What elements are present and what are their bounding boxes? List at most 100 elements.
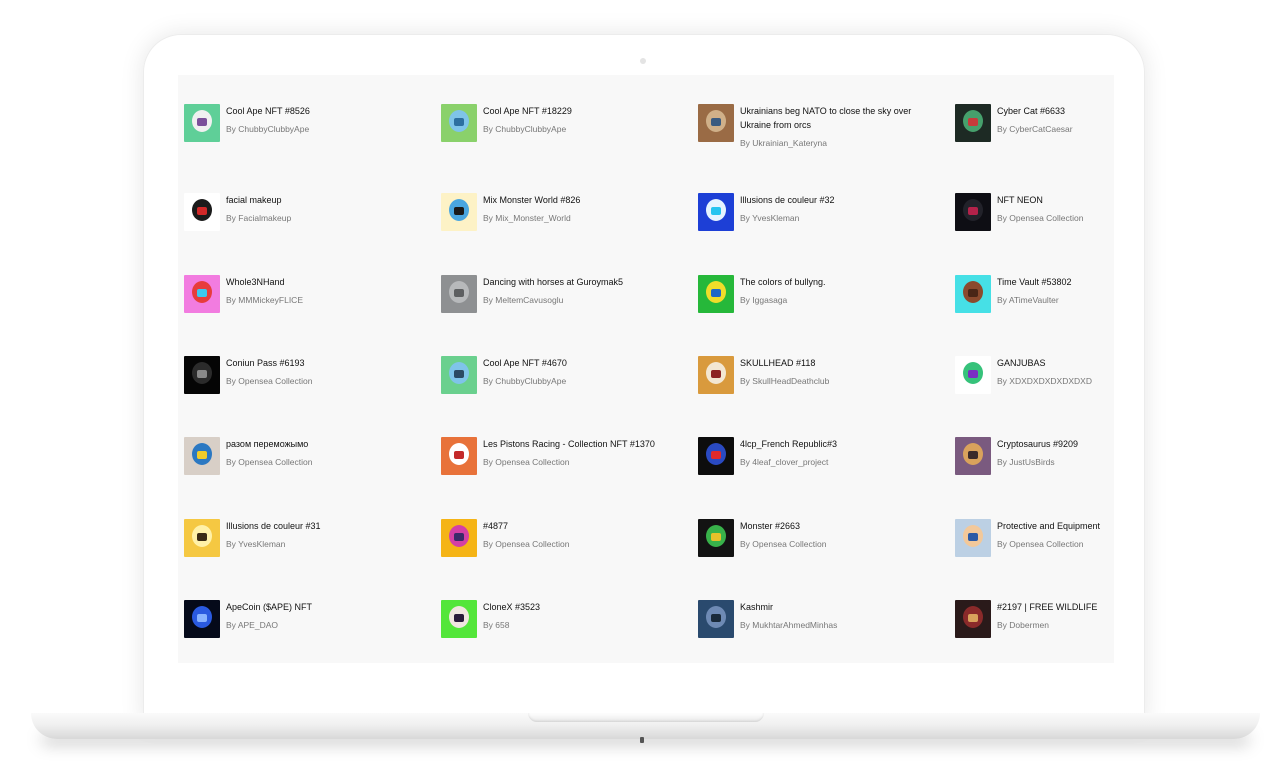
creator-link[interactable]: JustUsBirds — [1009, 457, 1054, 467]
nft-title[interactable]: 4lcp_French Republic#3 — [740, 437, 930, 451]
creator-link[interactable]: Ukrainian_Kateryna — [752, 138, 827, 148]
nft-card[interactable]: разом переможымо By Opensea Collection — [178, 437, 418, 497]
creator-link[interactable]: Opensea Collection — [752, 539, 826, 549]
nft-thumbnail[interactable] — [441, 600, 477, 638]
nft-thumbnail[interactable] — [441, 437, 477, 475]
creator-link[interactable]: CyberCatCaesar — [1009, 124, 1072, 134]
nft-title[interactable]: NFT NEON — [997, 193, 1114, 207]
nft-title[interactable]: Cool Ape NFT #4670 — [483, 356, 673, 370]
nft-card[interactable]: Whole3NHand By MMMickeyFLICE — [178, 275, 418, 335]
creator-link[interactable]: Opensea Collection — [238, 376, 312, 386]
creator-link[interactable]: Iggasaga — [752, 295, 787, 305]
creator-link[interactable]: MeltemCavusoglu — [495, 295, 563, 305]
nft-card[interactable]: Illusions de couleur #31 By YvesKleman — [178, 519, 418, 579]
creator-link[interactable]: XDXDXDXDXDXDXD — [1009, 376, 1092, 386]
nft-thumbnail[interactable] — [698, 356, 734, 394]
nft-thumbnail[interactable] — [955, 437, 991, 475]
creator-link[interactable]: YvesKleman — [752, 213, 799, 223]
nft-thumbnail[interactable] — [184, 519, 220, 557]
nft-title[interactable]: SKULLHEAD #118 — [740, 356, 930, 370]
nft-card[interactable]: Les Pistons Racing - Collection NFT #137… — [435, 437, 675, 497]
nft-card[interactable]: Time Vault #53802 By ATimeVaulter — [949, 275, 1114, 335]
nft-card[interactable]: Dancing with horses at Guroymak5 By Melte… — [435, 275, 675, 335]
nft-card[interactable]: ApeCoin ($APE) NFT By APE_DAO — [178, 600, 418, 660]
nft-thumbnail[interactable] — [955, 519, 991, 557]
nft-card[interactable]: Cryptosaurus #9209 By JustUsBirds — [949, 437, 1114, 497]
nft-title[interactable]: #2197 | FREE WILDLIFE — [997, 600, 1114, 614]
nft-card[interactable]: #2197 | FREE WILDLIFE By Dobermen — [949, 600, 1114, 660]
nft-thumbnail[interactable] — [441, 193, 477, 231]
nft-card[interactable]: Cool Ape NFT #4670 By ChubbyClubbyApe — [435, 356, 675, 416]
nft-card[interactable]: The colors of bullyng. By Iggasaga — [692, 275, 932, 335]
nft-card[interactable]: Cool Ape NFT #18229 By ChubbyClubbyApe — [435, 104, 675, 164]
nft-title[interactable]: Illusions de couleur #32 — [740, 193, 930, 207]
creator-link[interactable]: Opensea Collection — [495, 539, 569, 549]
creator-link[interactable]: YvesKleman — [238, 539, 285, 549]
nft-thumbnail[interactable] — [184, 600, 220, 638]
creator-link[interactable]: MukhtarAhmedMinhas — [752, 620, 837, 630]
nft-thumbnail[interactable] — [184, 275, 220, 313]
nft-title[interactable]: Ukrainians beg NATO to close the sky ove… — [740, 104, 930, 132]
nft-card[interactable]: Cyber Cat #6633 By CyberCatCaesar — [949, 104, 1114, 164]
nft-thumbnail[interactable] — [955, 600, 991, 638]
nft-thumbnail[interactable] — [184, 437, 220, 475]
nft-card[interactable]: CloneX #3523 By 658 — [435, 600, 675, 660]
nft-title[interactable]: разом переможымо — [226, 437, 416, 451]
nft-thumbnail[interactable] — [698, 519, 734, 557]
nft-card[interactable]: Monster #2663 By Opensea Collection — [692, 519, 932, 579]
nft-thumbnail[interactable] — [698, 104, 734, 142]
nft-title[interactable]: Illusions de couleur #31 — [226, 519, 416, 533]
nft-card[interactable]: Illusions de couleur #32 By YvesKleman — [692, 193, 932, 253]
creator-link[interactable]: APE_DAO — [238, 620, 278, 630]
nft-title[interactable]: facial makeup — [226, 193, 416, 207]
nft-card[interactable]: Mix Monster World #826 By Mix_Monster_Wor… — [435, 193, 675, 253]
creator-link[interactable]: MMMickeyFLICE — [238, 295, 303, 305]
nft-title[interactable]: #4877 — [483, 519, 673, 533]
creator-link[interactable]: 658 — [495, 620, 509, 630]
nft-thumbnail[interactable] — [955, 275, 991, 313]
creator-link[interactable]: Opensea Collection — [1009, 213, 1083, 223]
nft-title[interactable]: Protective and Equipment — [997, 519, 1114, 533]
creator-link[interactable]: SkullHeadDeathclub — [752, 376, 829, 386]
nft-thumbnail[interactable] — [184, 104, 220, 142]
nft-title[interactable]: ApeCoin ($APE) NFT — [226, 600, 416, 614]
nft-title[interactable]: Dancing with horses at Guroymak5 — [483, 275, 673, 289]
nft-thumbnail[interactable] — [441, 275, 477, 313]
creator-link[interactable]: ChubbyClubbyApe — [238, 124, 309, 134]
nft-thumbnail[interactable] — [698, 437, 734, 475]
nft-thumbnail[interactable] — [955, 193, 991, 231]
nft-card[interactable]: Cool Ape NFT #8526 By ChubbyClubbyApe — [178, 104, 418, 164]
creator-link[interactable]: Facialmakeup — [238, 213, 291, 223]
nft-title[interactable]: Monster #2663 — [740, 519, 930, 533]
nft-card[interactable]: SKULLHEAD #118 By SkullHeadDeathclub — [692, 356, 932, 416]
nft-thumbnail[interactable] — [955, 104, 991, 142]
nft-card[interactable]: facial makeup By Facialmakeup — [178, 193, 418, 253]
nft-thumbnail[interactable] — [184, 193, 220, 231]
nft-thumbnail[interactable] — [441, 104, 477, 142]
creator-link[interactable]: ChubbyClubbyApe — [495, 124, 566, 134]
nft-title[interactable]: Coniun Pass #6193 — [226, 356, 416, 370]
creator-link[interactable]: ATimeVaulter — [1009, 295, 1059, 305]
nft-title[interactable]: Kashmir — [740, 600, 930, 614]
nft-title[interactable]: Les Pistons Racing - Collection NFT #137… — [483, 437, 673, 451]
nft-title[interactable]: Cool Ape NFT #18229 — [483, 104, 673, 118]
nft-card[interactable]: #4877 By Opensea Collection — [435, 519, 675, 579]
nft-thumbnail[interactable] — [955, 356, 991, 394]
nft-thumbnail[interactable] — [441, 356, 477, 394]
creator-link[interactable]: 4leaf_clover_project — [752, 457, 828, 467]
creator-link[interactable]: Dobermen — [1009, 620, 1049, 630]
nft-card[interactable]: Ukrainians beg NATO to close the sky ove… — [692, 104, 932, 164]
creator-link[interactable]: Opensea Collection — [1009, 539, 1083, 549]
nft-card[interactable]: Protective and Equipment By Opensea Colle… — [949, 519, 1114, 579]
nft-title[interactable]: CloneX #3523 — [483, 600, 673, 614]
nft-title[interactable]: The colors of bullyng. — [740, 275, 930, 289]
nft-thumbnail[interactable] — [698, 600, 734, 638]
nft-thumbnail[interactable] — [184, 356, 220, 394]
creator-link[interactable]: Opensea Collection — [238, 457, 312, 467]
nft-card[interactable]: GANJUBAS By XDXDXDXDXDXDXD — [949, 356, 1114, 416]
nft-thumbnail[interactable] — [441, 519, 477, 557]
creator-link[interactable]: ChubbyClubbyApe — [495, 376, 566, 386]
nft-title[interactable]: Mix Monster World #826 — [483, 193, 673, 207]
nft-title[interactable]: Cyber Cat #6633 — [997, 104, 1114, 118]
creator-link[interactable]: Mix_Monster_World — [495, 213, 570, 223]
